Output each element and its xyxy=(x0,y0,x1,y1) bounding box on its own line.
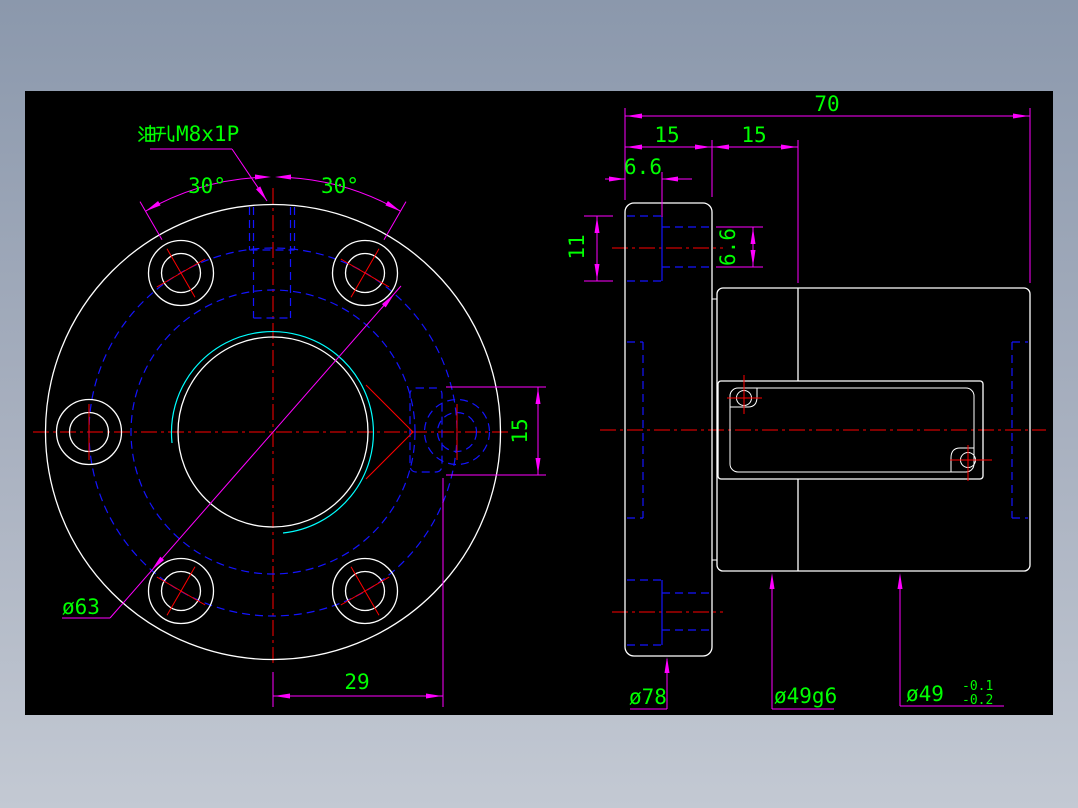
counterbore-dia-text: 11 xyxy=(565,234,589,259)
oil-hole-label-latin: M8x1P xyxy=(176,122,239,146)
keyway-width-text: 15 xyxy=(508,418,532,443)
cad-viewer-desktop: M8x1P 30° 30° ø63 29 15 70 15 15 6.6 11 … xyxy=(0,0,1078,808)
flange-dia-text: ø78 xyxy=(629,685,667,709)
flange-thickness-text: 15 xyxy=(654,123,679,147)
bolt-circle-dia-text: ø63 xyxy=(62,595,100,619)
bolt-hole-dia-text: 6.6 xyxy=(716,228,740,266)
keyway-offset-text: 29 xyxy=(344,670,369,694)
drawing-canvas[interactable]: M8x1P 30° 30° ø63 29 15 70 15 15 6.6 11 … xyxy=(0,0,1078,808)
body-dia-text: ø49 xyxy=(906,682,944,706)
body-tol-lower-text: -0.2 xyxy=(962,693,993,708)
pilot-dia-text: ø49g6 xyxy=(774,684,837,708)
angle-left-text: 30° xyxy=(188,174,226,198)
body-tol-upper-text: -0.1 xyxy=(962,679,993,694)
angle-right-text: 30° xyxy=(321,174,359,198)
counterbore-depth-text: 6.6 xyxy=(624,155,662,179)
pilot-length-text: 15 xyxy=(741,123,766,147)
overall-length-text: 70 xyxy=(814,92,839,116)
